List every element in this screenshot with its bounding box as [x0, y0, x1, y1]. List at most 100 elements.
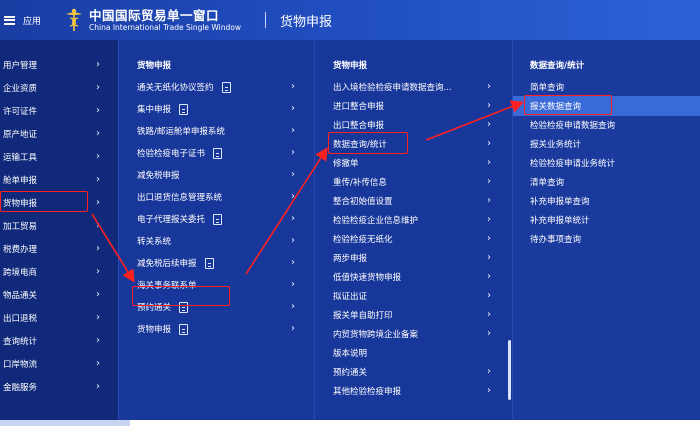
- chevron-right-icon: ›: [487, 100, 491, 111]
- sidebar-item-certificate-of-origin[interactable]: 原产地证 ›: [0, 124, 118, 144]
- menu-item-data-query-statistics[interactable]: 数据查询/统计 ›: [315, 134, 512, 154]
- submenu-item-tax-exemption-followup[interactable]: 减免税后续申报 ›: [119, 253, 314, 273]
- chevron-right-icon: ›: [96, 312, 100, 323]
- chevron-right-icon: ›: [291, 81, 295, 92]
- chevron-right-icon: ›: [96, 335, 100, 346]
- app-menu-label: 应用: [23, 16, 42, 27]
- chevron-right-icon: ›: [487, 309, 491, 320]
- chevron-right-icon: ›: [291, 257, 295, 268]
- sidebar-item-processing-trade[interactable]: 加工贸易 ›: [0, 216, 118, 236]
- horizontal-scrollbar[interactable]: [0, 420, 130, 426]
- menu-item-certificate-issue[interactable]: 拟证出证 ›: [315, 286, 512, 306]
- query-item-supplementary-query[interactable]: 补充申报单查询: [513, 191, 700, 211]
- submenu-item-tax-exemption[interactable]: 减免税申报 ›: [119, 165, 314, 185]
- menu-item-domestic-filing[interactable]: 内贸货物跨境企业备案 ›: [315, 324, 512, 344]
- menu-item-retransmit-info[interactable]: 重传/补传信息 ›: [315, 172, 512, 192]
- chevron-right-icon: ›: [291, 279, 295, 290]
- document-icon: [179, 103, 189, 115]
- chevron-right-icon: ›: [487, 81, 491, 92]
- menu-item-appointment-clearance[interactable]: 预约通关 ›: [315, 362, 512, 382]
- menu-item-import-declaration[interactable]: 进口整合申报 ›: [315, 96, 512, 116]
- menu-item-enterprise-info[interactable]: 检验检疫企业信息维护 ›: [315, 210, 512, 230]
- sidebar-item-financial-services[interactable]: 金融服务 ›: [0, 377, 118, 397]
- sidebar-item-port-logistics[interactable]: 口岸物流 ›: [0, 354, 118, 374]
- chevron-right-icon: ›: [96, 358, 100, 369]
- query-item-simple-query[interactable]: 简单查询: [513, 77, 700, 97]
- sidebar-item-enterprise-qualification[interactable]: 企业资质 ›: [0, 78, 118, 98]
- query-item-todo-query[interactable]: 待办事项查询: [513, 229, 700, 249]
- chevron-right-icon: ›: [487, 385, 491, 396]
- submenu-item-rail-post-manifest[interactable]: 铁路/邮运舱单申报系统 ›: [119, 121, 314, 141]
- menu-item-other-inspection[interactable]: 其他检验检疫申报 ›: [315, 381, 512, 401]
- query-item-inspection-statistics[interactable]: 检验检疫申请业务统计: [513, 153, 700, 173]
- chevron-right-icon: ›: [96, 105, 100, 116]
- document-icon: [213, 213, 223, 225]
- hamburger-icon[interactable]: [4, 15, 15, 25]
- menu-item-export-declaration[interactable]: 出口整合申报 ›: [315, 115, 512, 135]
- brand: 中国国际贸易单一窗口 China International Trade Sin…: [89, 8, 241, 33]
- chevron-right-icon: ›: [487, 328, 491, 339]
- submenu-item-electronic-agency[interactable]: 电子代理报关委托 ›: [119, 209, 314, 229]
- submenu-item-appointment-clearance[interactable]: 预约通关 ›: [119, 297, 314, 317]
- submenu-item-inspection-e-certificate[interactable]: 检验检疫电子证书 ›: [119, 143, 314, 163]
- brand-name-cn: 中国国际贸易单一窗口: [89, 7, 220, 23]
- app-menu-button[interactable]: 应用: [4, 14, 41, 27]
- submenu-item-customs-contact-sheet[interactable]: 海关事务联系单 ›: [119, 275, 314, 295]
- sidebar-item-licenses[interactable]: 许可证件 ›: [0, 101, 118, 121]
- chevron-right-icon: ›: [291, 191, 295, 202]
- chevron-right-icon: ›: [96, 266, 100, 277]
- query-item-declaration-statistics[interactable]: 报关业务统计: [513, 134, 700, 154]
- menu-item-low-value-declaration[interactable]: 低值快速货物申报 ›: [315, 267, 512, 287]
- page-footer-strip: [130, 420, 700, 426]
- query-item-inspection-application-query[interactable]: 检验检疫申请数据查询: [513, 115, 700, 135]
- sidebar-item-goods-declaration[interactable]: 货物申报 ›: [0, 193, 118, 213]
- header-divider: [265, 12, 267, 28]
- chevron-right-icon: ›: [96, 197, 100, 208]
- sidebar-item-query-statistics[interactable]: 查询统计 ›: [0, 331, 118, 351]
- chevron-right-icon: ›: [96, 59, 100, 70]
- chevron-right-icon: ›: [96, 381, 100, 392]
- chevron-right-icon: ›: [291, 301, 295, 312]
- submenu-item-export-return-system[interactable]: 出口退货信息管理系统 ›: [119, 187, 314, 207]
- query-item-supplementary-statistics[interactable]: 补充申报单统计: [513, 210, 700, 230]
- chevron-right-icon: ›: [487, 252, 491, 263]
- sidebar-item-tax-payment[interactable]: 税费办理 ›: [0, 239, 118, 259]
- sidebar-item-user-management[interactable]: 用户管理 ›: [0, 55, 118, 75]
- submenu-item-centralized-declaration[interactable]: 集中申报 ›: [119, 99, 314, 119]
- sidebar-item-manifest[interactable]: 舱单申报 ›: [0, 170, 118, 190]
- document-icon: [179, 301, 189, 313]
- query-item-list-query[interactable]: 清单查询: [513, 172, 700, 192]
- sidebar-item-cross-border-ecommerce[interactable]: 跨境电商 ›: [0, 262, 118, 282]
- menu-item-initial-values[interactable]: 整合初始值设置 ›: [315, 191, 512, 211]
- chevron-right-icon: ›: [487, 214, 491, 225]
- submenu-item-transit-system[interactable]: 转关系统 ›: [119, 231, 314, 251]
- menu-item-version-notes[interactable]: 版本说明: [315, 343, 512, 363]
- chevron-right-icon: ›: [487, 366, 491, 377]
- submenu-title: 货物申报: [137, 61, 172, 71]
- document-icon: [221, 81, 231, 93]
- scrollbar-thumb[interactable]: [508, 340, 511, 400]
- menu-item-self-print[interactable]: 报关单自助打印 ›: [315, 305, 512, 325]
- menu-item-inspection-data-query[interactable]: 出入境检验检疫申请数据查询... ›: [315, 77, 512, 97]
- menu-item-two-step-declaration[interactable]: 两步申报 ›: [315, 248, 512, 268]
- document-icon: [179, 323, 189, 335]
- menu-item-modify-withdraw[interactable]: 修撤单 ›: [315, 153, 512, 173]
- chevron-right-icon: ›: [96, 174, 100, 185]
- section-title: 货物申报: [280, 14, 333, 30]
- submenu-item-goods-declaration[interactable]: 货物申报 ›: [119, 319, 314, 339]
- submenu-item-paperless-agreement[interactable]: 通关无纸化协议签约 ›: [119, 77, 314, 97]
- sidebar-item-export-tax-refund[interactable]: 出口退税 ›: [0, 308, 118, 328]
- sidebar-item-transport[interactable]: 运输工具 ›: [0, 147, 118, 167]
- query-item-declaration-data-query[interactable]: 报关数据查询: [513, 96, 700, 116]
- chevron-right-icon: ›: [96, 128, 100, 139]
- menu-item-paperless-inspection[interactable]: 检验检疫无纸化 ›: [315, 229, 512, 249]
- chevron-right-icon: ›: [291, 169, 295, 180]
- chevron-right-icon: ›: [96, 289, 100, 300]
- caduceus-logo-icon: [66, 8, 83, 31]
- data-query-statistics-menu: 数据查询/统计 简单查询 报关数据查询 检验检疫申请数据查询 报关业务统计 检验…: [512, 40, 700, 426]
- chevron-right-icon: ›: [291, 213, 295, 224]
- submenu-title: 货物申报: [333, 61, 368, 71]
- chevron-right-icon: ›: [487, 290, 491, 301]
- sidebar-item-articles-clearance[interactable]: 物品通关 ›: [0, 285, 118, 305]
- chevron-right-icon: ›: [487, 271, 491, 282]
